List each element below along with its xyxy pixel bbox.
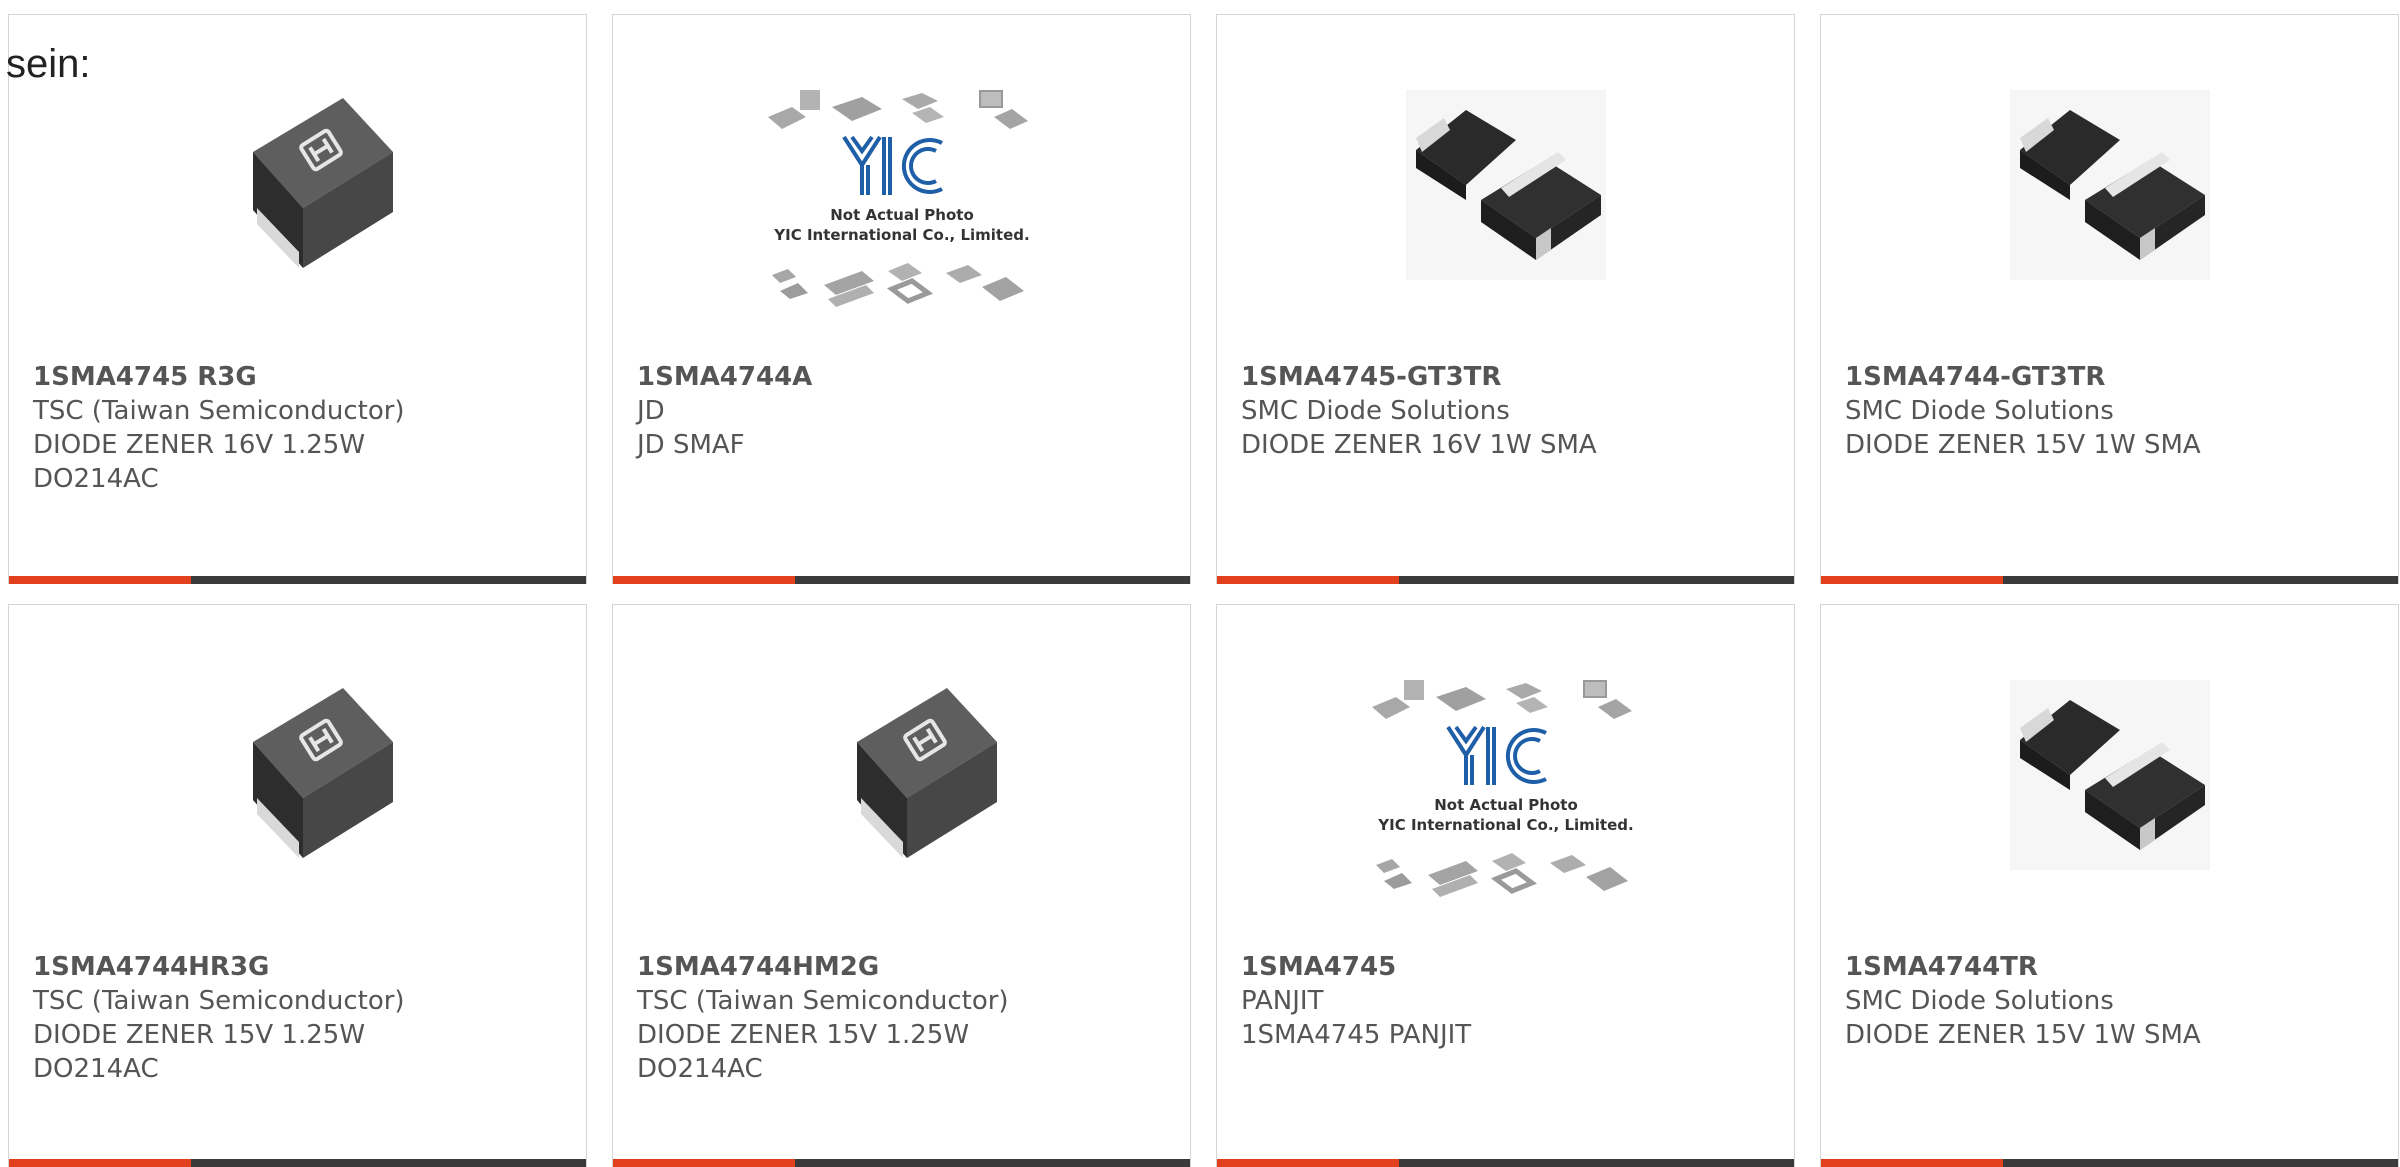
product-description: DIODE ZENER 15V 1.25W [637,1020,970,1050]
product-name[interactable]: 1SMA4744A [637,360,1178,394]
tsc-smd-diode-icon [252,688,393,858]
tsc-smd-diode-icon [252,98,393,268]
product-card[interactable]: 1SMA4744-GT3TR SMC Diode Solutions DIODE Z… [1820,14,2399,584]
product-info: 1SMA4744HR3G TSC (Taiwan Semiconductor) DI… [33,950,574,1086]
card-footer-accent [9,1159,191,1167]
product-card[interactable]: Not Actual Photo YIC International Co., … [1216,604,1795,1167]
product-card[interactable]: 1SMA4744HR3G TSC (Taiwan Semiconductor) DI… [8,604,587,1167]
svg-text:YIC International Co., Limited: YIC International Co., Limited. [773,226,1029,244]
product-card[interactable]: 1SMA4745-GT3TR SMC Diode Solutions DIODE Z… [1216,14,1795,584]
product-name[interactable]: 1SMA4744HR3G [33,950,574,984]
product-description: JD SMAF [637,430,745,460]
yic-placeholder-icon: Not Actual Photo YIC International Co., … [1371,680,1633,897]
card-footer-bar [1217,576,1794,584]
product-info: 1SMA4745 PANJIT 1SMA4745 PANJIT [1241,950,1782,1052]
svg-text:Not Actual Photo: Not Actual Photo [1434,796,1578,814]
card-footer-bar [1821,576,2398,584]
product-image[interactable] [1821,15,2398,355]
intro-text: sein: [6,42,91,86]
product-package: DO214AC [33,1054,159,1084]
product-image[interactable] [613,605,1190,945]
sma-diode-pair-icon [2009,90,2210,280]
card-footer-bar [613,1159,1190,1167]
card-footer-accent [9,576,191,584]
product-info: 1SMA4744HM2G TSC (Taiwan Semiconductor) DI… [637,950,1178,1086]
product-image[interactable] [9,605,586,945]
card-footer-bar [1821,1159,2398,1167]
product-image[interactable]: Not Actual Photo YIC International Co., … [613,15,1190,355]
product-info: 1SMA4744TR SMC Diode Solutions DIODE ZENER… [1845,950,2386,1052]
product-card[interactable]: 1SMA4744TR SMC Diode Solutions DIODE ZENER… [1820,604,2399,1167]
product-description: 1SMA4745 PANJIT [1241,1020,1472,1050]
card-footer-accent [1821,576,2003,584]
product-card[interactable]: 1SMA4745 R3G TSC (Taiwan Semiconductor) DI… [8,14,587,584]
svg-text:Not Actual Photo: Not Actual Photo [830,206,974,224]
product-manufacturer: TSC (Taiwan Semiconductor) [637,986,1009,1016]
product-image[interactable] [9,15,586,355]
product-name[interactable]: 1SMA4744-GT3TR [1845,360,2386,394]
card-footer-accent [1217,1159,1399,1167]
card-footer-accent [613,576,795,584]
product-grid: sein: 1SMA4745 R3G TSC (Taiwan Semiconduc… [0,0,2400,1167]
yic-placeholder-icon: Not Actual Photo YIC International Co., … [767,90,1029,307]
card-footer-bar [613,576,1190,584]
product-description: DIODE ZENER 16V 1W SMA [1241,430,1597,460]
product-manufacturer: JD [637,396,665,426]
product-image[interactable] [1217,15,1794,355]
sma-diode-pair-icon [2009,680,2210,870]
card-footer-accent [1217,576,1399,584]
product-manufacturer: TSC (Taiwan Semiconductor) [33,986,405,1016]
product-package: DO214AC [637,1054,763,1084]
product-name[interactable]: 1SMA4745 [1241,950,1782,984]
product-description: DIODE ZENER 15V 1.25W [33,1020,366,1050]
product-name[interactable]: 1SMA4745 R3G [33,360,574,394]
product-package: DO214AC [33,464,159,494]
product-image[interactable]: Not Actual Photo YIC International Co., … [1217,605,1794,945]
tsc-smd-diode-icon [856,688,997,858]
product-image[interactable] [1821,605,2398,945]
product-name[interactable]: 1SMA4744HM2G [637,950,1178,984]
product-description: DIODE ZENER 15V 1W SMA [1845,1020,2201,1050]
product-name[interactable]: 1SMA4745-GT3TR [1241,360,1782,394]
card-footer-bar [9,576,586,584]
product-info: 1SMA4744-GT3TR SMC Diode Solutions DIODE Z… [1845,360,2386,462]
product-manufacturer: SMC Diode Solutions [1845,986,2114,1016]
sma-diode-pair-icon [1405,90,1606,280]
product-card[interactable]: Not Actual Photo YIC International Co., … [612,14,1191,584]
product-manufacturer: PANJIT [1241,986,1324,1016]
product-description: DIODE ZENER 15V 1W SMA [1845,430,2201,460]
card-footer-bar [9,1159,586,1167]
product-manufacturer: SMC Diode Solutions [1241,396,1510,426]
card-footer-accent [613,1159,795,1167]
product-info: 1SMA4745 R3G TSC (Taiwan Semiconductor) DI… [33,360,574,496]
product-manufacturer: TSC (Taiwan Semiconductor) [33,396,405,426]
product-card[interactable]: 1SMA4744HM2G TSC (Taiwan Semiconductor) DI… [612,604,1191,1167]
card-footer-bar [1217,1159,1794,1167]
product-info: 1SMA4745-GT3TR SMC Diode Solutions DIODE Z… [1241,360,1782,462]
svg-text:YIC International Co., Limited: YIC International Co., Limited. [1377,816,1633,834]
card-footer-accent [1821,1159,2003,1167]
product-info: 1SMA4744A JD JD SMAF [637,360,1178,462]
product-name[interactable]: 1SMA4744TR [1845,950,2386,984]
product-description: DIODE ZENER 16V 1.25W [33,430,366,460]
product-manufacturer: SMC Diode Solutions [1845,396,2114,426]
